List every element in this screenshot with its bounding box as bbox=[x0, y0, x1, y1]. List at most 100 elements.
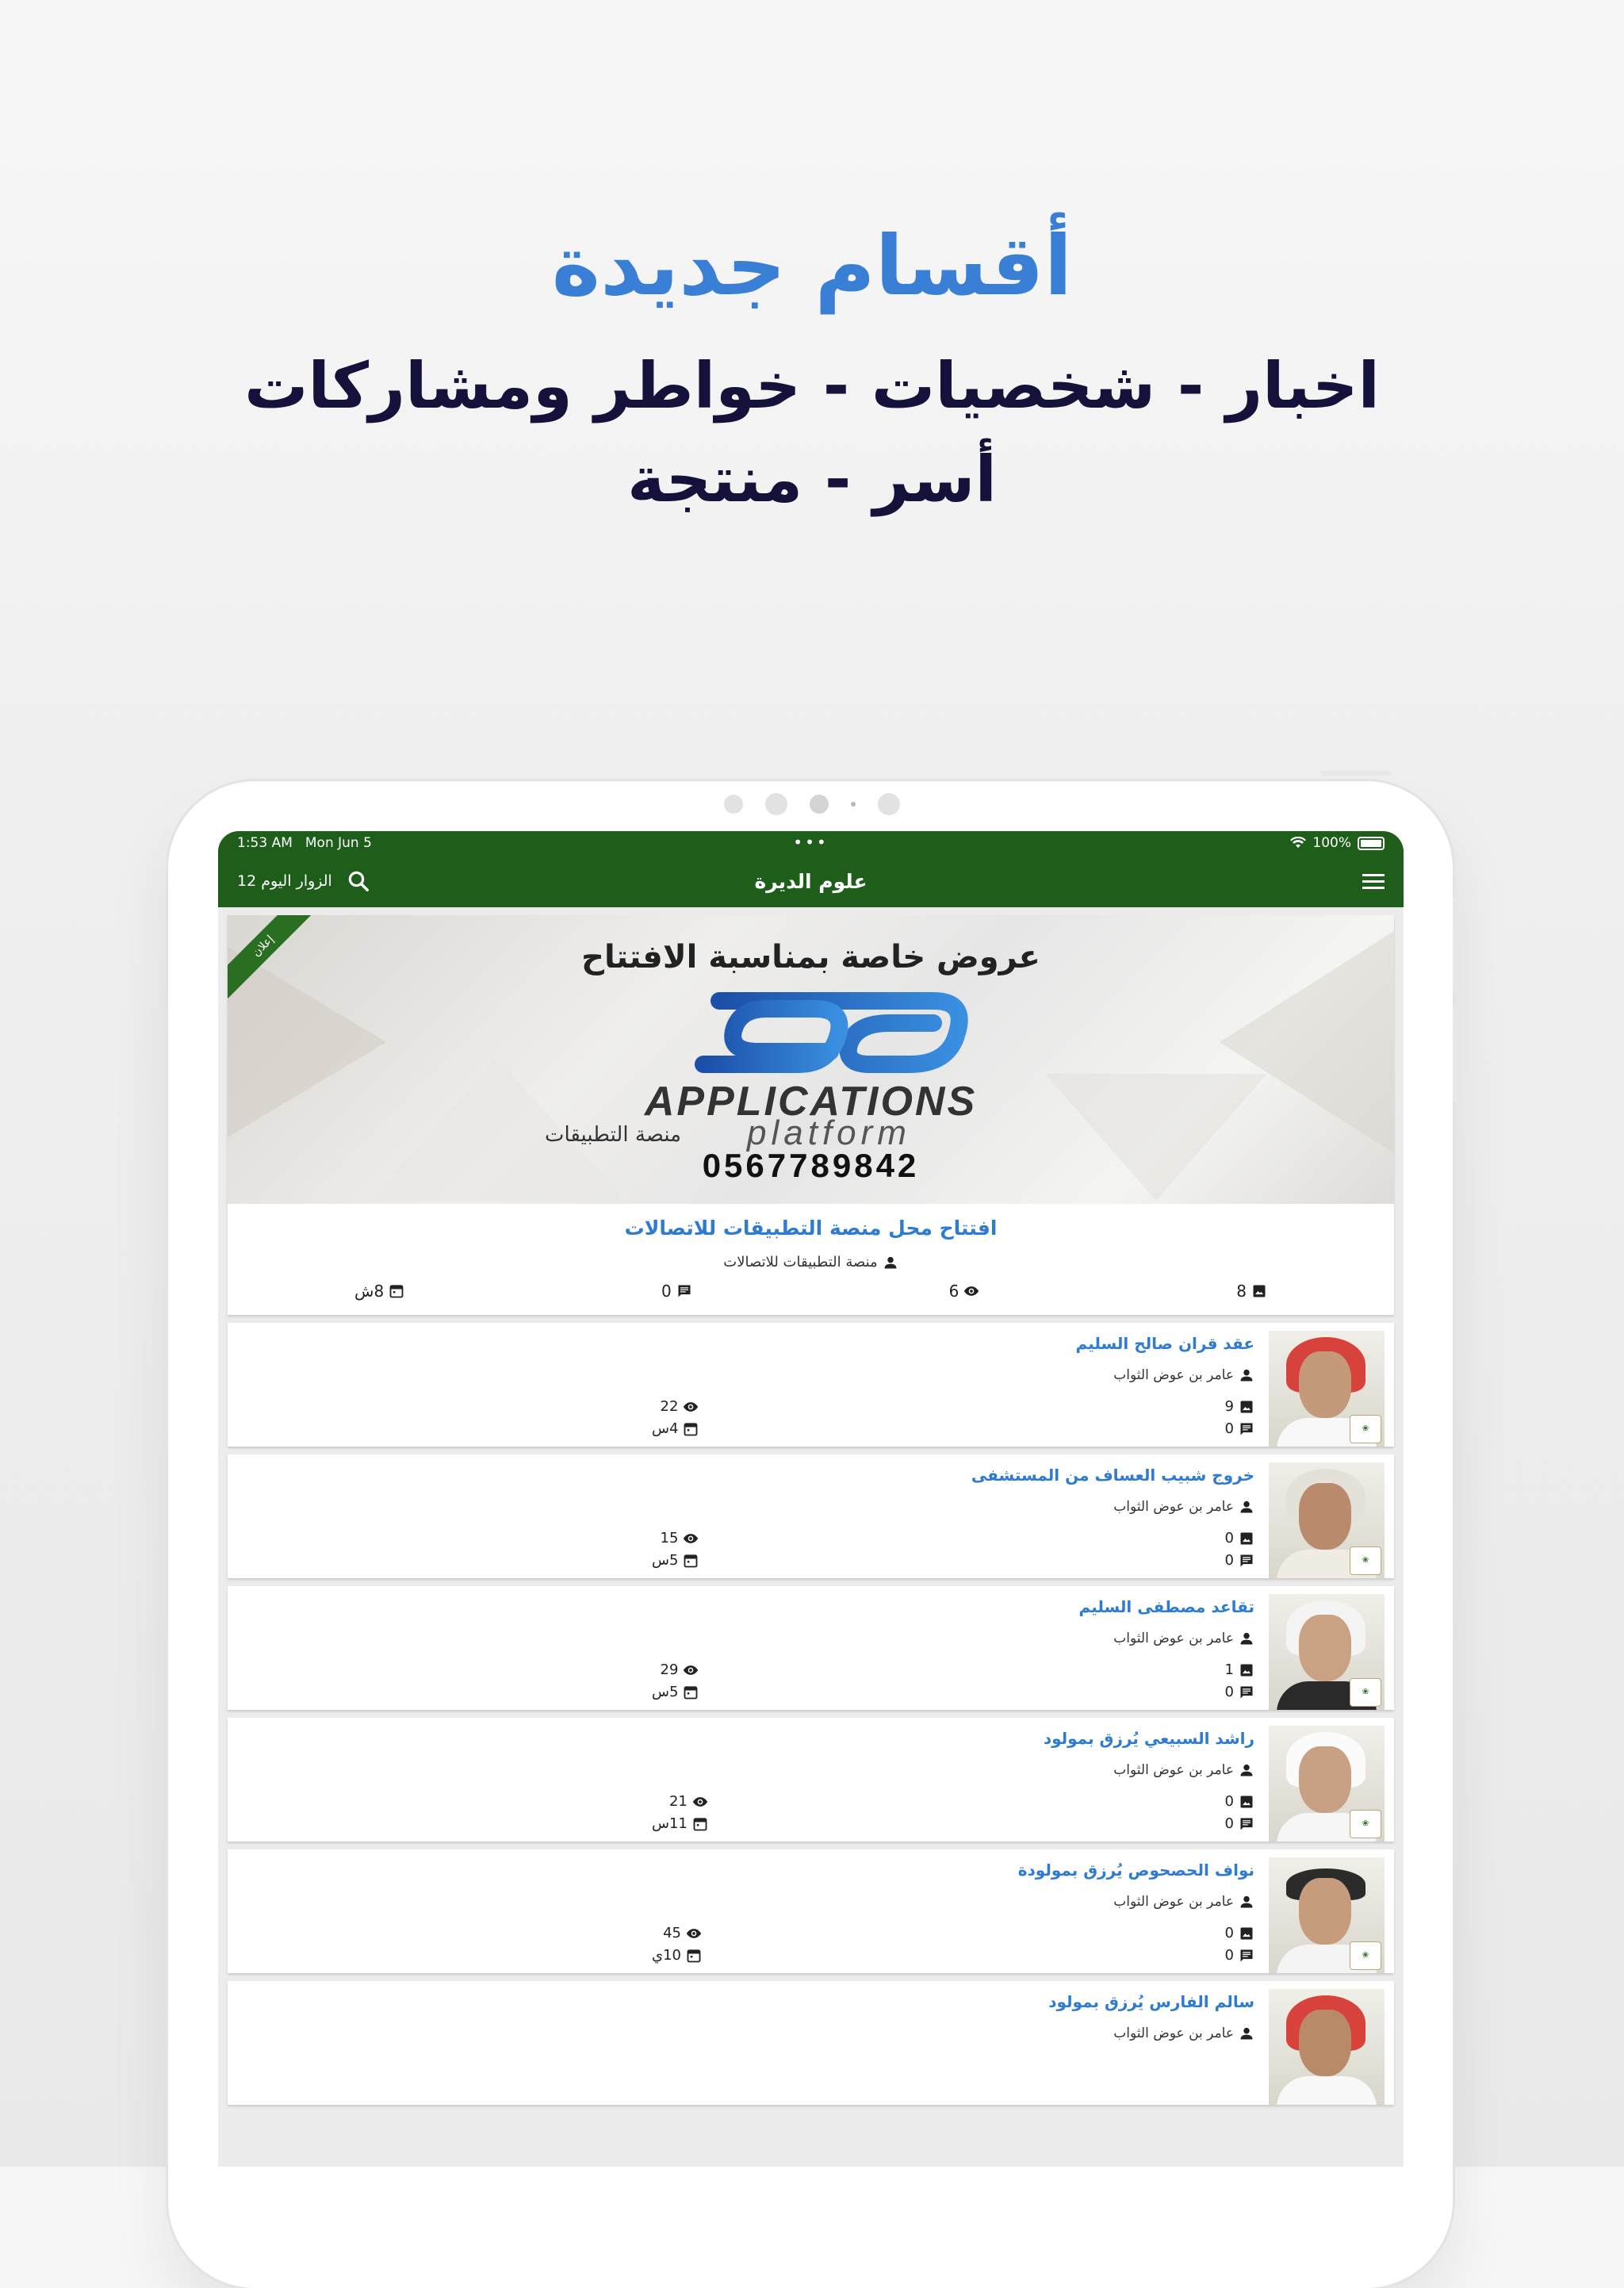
image-count: 0 bbox=[237, 1791, 1254, 1813]
image-icon bbox=[1240, 1796, 1253, 1808]
post-thumbnail[interactable]: ❀ bbox=[1269, 1594, 1385, 1710]
person-icon bbox=[1240, 1895, 1253, 1908]
eye-icon bbox=[684, 1665, 699, 1675]
status-date: Mon Jun 5 bbox=[304, 835, 372, 851]
camera-dots bbox=[0, 793, 1624, 815]
featured-title[interactable]: افتتاح محل منصة التطبيقات للاتصالات bbox=[228, 1204, 1394, 1246]
image-icon bbox=[1240, 1927, 1253, 1940]
ad-headline: عروض خاصة بمناسبة الافتتاح bbox=[581, 939, 1040, 975]
calendar-icon bbox=[684, 1554, 698, 1568]
post-author: عامر بن عوض الثواب bbox=[237, 1367, 1254, 1383]
person-icon bbox=[1240, 2027, 1253, 2040]
post-card[interactable]: ❀ تقاعد مصطفى السليم عامر بن عوض الثواب … bbox=[228, 1586, 1394, 1710]
post-stats-right: 9 0 bbox=[237, 1396, 1254, 1440]
comment-count: 0 bbox=[237, 1813, 1254, 1835]
post-thumbnail[interactable]: ❀ bbox=[1269, 1331, 1385, 1447]
visitors-count: الزوار اليوم 12 bbox=[237, 872, 332, 890]
eye-icon bbox=[684, 1402, 699, 1412]
calendar-icon bbox=[684, 1423, 698, 1436]
featured-author-name: منصة التطبيقات للاتصالات bbox=[723, 1254, 878, 1270]
eye-icon bbox=[964, 1286, 979, 1296]
promo-subheading: اخبار - شخصيات - خواطر ومشاركات أسر - من… bbox=[244, 349, 1380, 516]
featured-stats: 8 6 0 8ش bbox=[228, 1278, 1394, 1315]
person-icon bbox=[884, 1256, 897, 1268]
post-title[interactable]: نواف الحصحوص يُرزق بمولودة bbox=[237, 1861, 1254, 1880]
post-stats-right: 0 0 bbox=[237, 1922, 1254, 1967]
post-thumbnail[interactable]: ❀ bbox=[1269, 1726, 1385, 1842]
sensor-dot bbox=[851, 802, 856, 807]
featured-card[interactable]: إعلان عروض خاصة بمناسبة الافتتاح APPLICA… bbox=[228, 915, 1394, 1315]
person-icon bbox=[1240, 1369, 1253, 1382]
comment-count: 0 bbox=[237, 1945, 1254, 1967]
post-card[interactable]: سالم الفارس يُرزق بمولود عامر بن عوض الث… bbox=[228, 1981, 1394, 2105]
person-icon bbox=[1240, 1764, 1253, 1776]
view-count: 22 bbox=[652, 1396, 699, 1418]
person-icon bbox=[1240, 1632, 1253, 1645]
ad-phone[interactable]: 0567789842 bbox=[228, 1147, 1394, 1185]
sensor-dot bbox=[765, 793, 787, 815]
status-time: 1:53 AM bbox=[237, 835, 293, 851]
menu-icon[interactable] bbox=[1362, 870, 1385, 893]
post-title[interactable]: سالم الفارس يُرزق بمولود bbox=[237, 1992, 1254, 2011]
ad-banner[interactable]: إعلان عروض خاصة بمناسبة الافتتاح APPLICA… bbox=[228, 915, 1394, 1204]
post-author: عامر بن عوض الثواب bbox=[237, 1762, 1254, 1778]
post-info: تقاعد مصطفى السليم عامر بن عوض الثواب 1 … bbox=[237, 1594, 1254, 1702]
calendar-icon bbox=[389, 1285, 404, 1298]
post-card[interactable]: ❀ خروج شبيب العساف من المستشفى عامر بن ع… bbox=[228, 1454, 1394, 1578]
battery-percent: 100% bbox=[1312, 835, 1351, 851]
post-stats-left: 29 5س bbox=[652, 1659, 699, 1704]
post-title[interactable]: عقد قران صالح السليم bbox=[237, 1334, 1254, 1353]
post-thumbnail[interactable] bbox=[1269, 1989, 1385, 2105]
promo-header: أقسام جديدة اخبار - شخصيات - خواطر ومشار… bbox=[0, 214, 1624, 527]
post-stats-left: 45 10ي bbox=[652, 1922, 702, 1967]
post-title[interactable]: راشد السبيعي يُرزق بمولود bbox=[237, 1729, 1254, 1748]
eye-icon bbox=[692, 1797, 708, 1807]
post-card[interactable]: ❀ عقد قران صالح السليم عامر بن عوض الثوا… bbox=[228, 1323, 1394, 1447]
sensor-dot bbox=[724, 795, 743, 814]
comment-icon bbox=[678, 1285, 691, 1297]
calendar-icon bbox=[684, 1686, 698, 1700]
image-count: 1 bbox=[237, 1659, 1254, 1681]
view-count: 45 bbox=[652, 1922, 702, 1945]
post-stats-left: 22 4س bbox=[652, 1396, 699, 1440]
post-stats-right: 0 0 bbox=[237, 1527, 1254, 1572]
calendar-icon bbox=[693, 1818, 707, 1831]
comment-count: 0 bbox=[237, 1681, 1254, 1704]
comment-icon bbox=[1240, 1949, 1253, 1962]
comment-count: 0 bbox=[661, 1282, 692, 1301]
watermark-logo-icon: ❀ bbox=[1350, 1810, 1381, 1838]
post-card[interactable]: ❀ نواف الحصحوص يُرزق بمولودة عامر بن عوض… bbox=[228, 1849, 1394, 1973]
battery-icon bbox=[1358, 836, 1385, 850]
post-stats-left: 15 5س bbox=[652, 1527, 699, 1572]
image-icon bbox=[1253, 1285, 1266, 1297]
post-title[interactable]: خروج شبيب العساف من المستشفى bbox=[237, 1466, 1254, 1485]
app-screen: 1:53 AM Mon Jun 5 ••• 100% الزوار اليوم … bbox=[218, 831, 1404, 2167]
post-stats-right: 0 0 bbox=[237, 1791, 1254, 1835]
post-title[interactable]: تقاعد مصطفى السليم bbox=[237, 1597, 1254, 1616]
watermark-logo-icon: ❀ bbox=[1350, 1678, 1381, 1707]
sensor-dot bbox=[878, 793, 900, 815]
search-icon[interactable] bbox=[347, 869, 370, 893]
brand-logo-icon bbox=[695, 992, 968, 1073]
ad-brand-arabic: منصة التطبيقات bbox=[545, 1123, 682, 1147]
post-age: 11س bbox=[652, 1813, 708, 1835]
multitask-dots-icon[interactable]: ••• bbox=[793, 833, 828, 852]
watermark-logo-icon: ❀ bbox=[1350, 1941, 1381, 1970]
comment-count: 0 bbox=[237, 1418, 1254, 1440]
post-list: ❀ عقد قران صالح السليم عامر بن عوض الثوا… bbox=[218, 1323, 1404, 2105]
image-count: 8 bbox=[1236, 1282, 1267, 1301]
post-age: 4س bbox=[652, 1418, 699, 1440]
promo-heading: أقسام جديدة bbox=[551, 217, 1073, 314]
post-info: عقد قران صالح السليم عامر بن عوض الثواب … bbox=[237, 1331, 1254, 1439]
post-age: 8ش bbox=[354, 1282, 404, 1301]
post-author: عامر بن عوض الثواب bbox=[237, 2025, 1254, 2041]
post-info: خروج شبيب العساف من المستشفى عامر بن عوض… bbox=[237, 1462, 1254, 1570]
image-icon bbox=[1240, 1664, 1253, 1677]
comment-icon bbox=[1240, 1818, 1253, 1830]
post-stats-left: 21 11س bbox=[652, 1791, 708, 1835]
eye-icon bbox=[686, 1929, 702, 1938]
post-thumbnail[interactable]: ❀ bbox=[1269, 1462, 1385, 1578]
post-thumbnail[interactable]: ❀ bbox=[1269, 1857, 1385, 1973]
post-card[interactable]: ❀ راشد السبيعي يُرزق بمولود عامر بن عوض … bbox=[228, 1718, 1394, 1842]
app-title: علوم الديرة bbox=[754, 869, 868, 893]
